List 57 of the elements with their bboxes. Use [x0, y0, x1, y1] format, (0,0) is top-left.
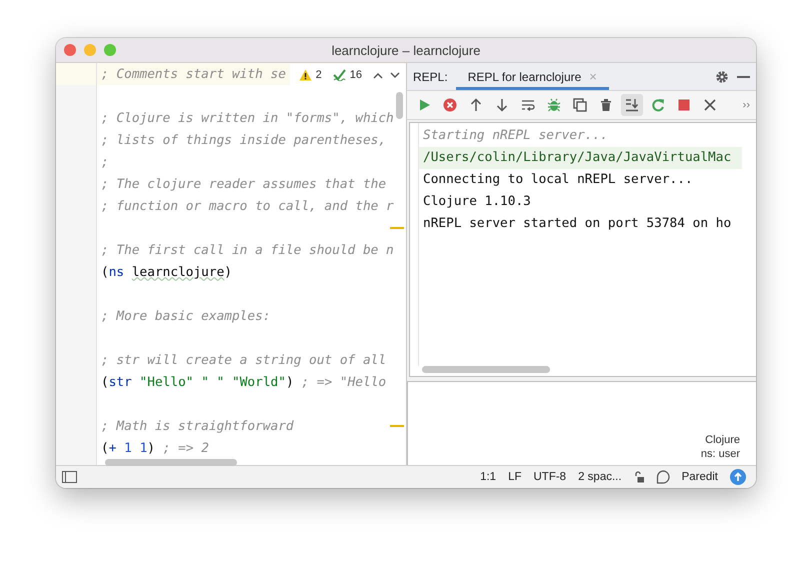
settings-icon[interactable] [715, 70, 729, 84]
console-line: Clojure 1.10.3 [422, 193, 532, 211]
code-line: ; Clojure is written in "forms", which [101, 110, 394, 126]
chevron-up-icon[interactable] [373, 72, 383, 78]
console-line: Connecting to local nREPL server... [422, 171, 694, 189]
padlock-icon[interactable] [634, 471, 644, 483]
vertical-scrollbar[interactable] [396, 92, 403, 119]
tool-window-label: REPL: [413, 70, 448, 84]
code-line: ; The first call in a file should be n [101, 242, 394, 258]
warning-icon[interactable] [298, 69, 312, 81]
soft-wrap-icon [521, 98, 535, 112]
code-line: (+ 1 1) ; => 2 [101, 440, 209, 456]
close-button[interactable] [64, 44, 76, 56]
arrow-down-icon [495, 98, 509, 112]
close-icon [703, 98, 717, 112]
stop-icon [443, 98, 457, 112]
repl-input-field[interactable]: Clojure ns: user [407, 381, 756, 465]
status-item[interactable]: 2 spac... [578, 471, 622, 483]
bug-icon [547, 98, 561, 112]
update-icon[interactable] [730, 469, 746, 485]
status-item[interactable]: LF [508, 471, 522, 483]
code-line: (ns learnclojure) [101, 264, 232, 280]
toolbar-button[interactable] [621, 94, 643, 116]
more-button[interactable]: ›› [742, 99, 750, 111]
code-line: ; str will create a string out of all [101, 352, 386, 368]
run-icon [417, 98, 431, 112]
code-line: ; [101, 154, 109, 170]
copy-icon [573, 98, 587, 112]
code-line: ; The clojure reader assumes that the [101, 176, 386, 192]
horizontal-scrollbar[interactable] [422, 366, 550, 373]
language-label: Clojure [705, 433, 740, 447]
chevron-down-icon[interactable] [390, 72, 400, 78]
console-line: Starting nREPL server... [422, 127, 609, 145]
console-line: nREPL server started on port 53784 on ho [422, 215, 732, 233]
arrow-up-icon [469, 98, 483, 112]
speech-bubble-icon[interactable] [656, 470, 670, 484]
stop-icon [677, 98, 691, 112]
check-icon[interactable] [332, 69, 346, 81]
code-line: ; Math is straightforward [101, 418, 294, 434]
scroll-to-end-icon [625, 98, 639, 112]
window-title: learnclojure – learnclojure [330, 42, 482, 58]
status-item[interactable]: UTF-8 [534, 471, 566, 483]
code-line: ; function or macro to call, and the r [101, 198, 394, 214]
trash-icon [599, 98, 613, 112]
warning-count: 2 [316, 69, 322, 81]
namespace-label: ns: user [700, 447, 740, 461]
code-line: ; More basic examples: [101, 308, 270, 324]
panel-toggle-icon[interactable] [62, 471, 77, 483]
code-line: ; Comments start with se [101, 66, 286, 82]
status-item[interactable]: Paredit [682, 471, 718, 483]
rerun-icon [651, 98, 665, 112]
typo-count: 16 [350, 69, 362, 81]
code-line: (str "Hello" " " "World") ; => "Hello [101, 374, 386, 390]
status-item[interactable]: 1:1 [480, 471, 496, 483]
code-line: ; lists of things inside parentheses, [101, 132, 386, 148]
minimize-icon[interactable] [737, 76, 750, 78]
horizontal-scrollbar[interactable] [105, 459, 237, 466]
